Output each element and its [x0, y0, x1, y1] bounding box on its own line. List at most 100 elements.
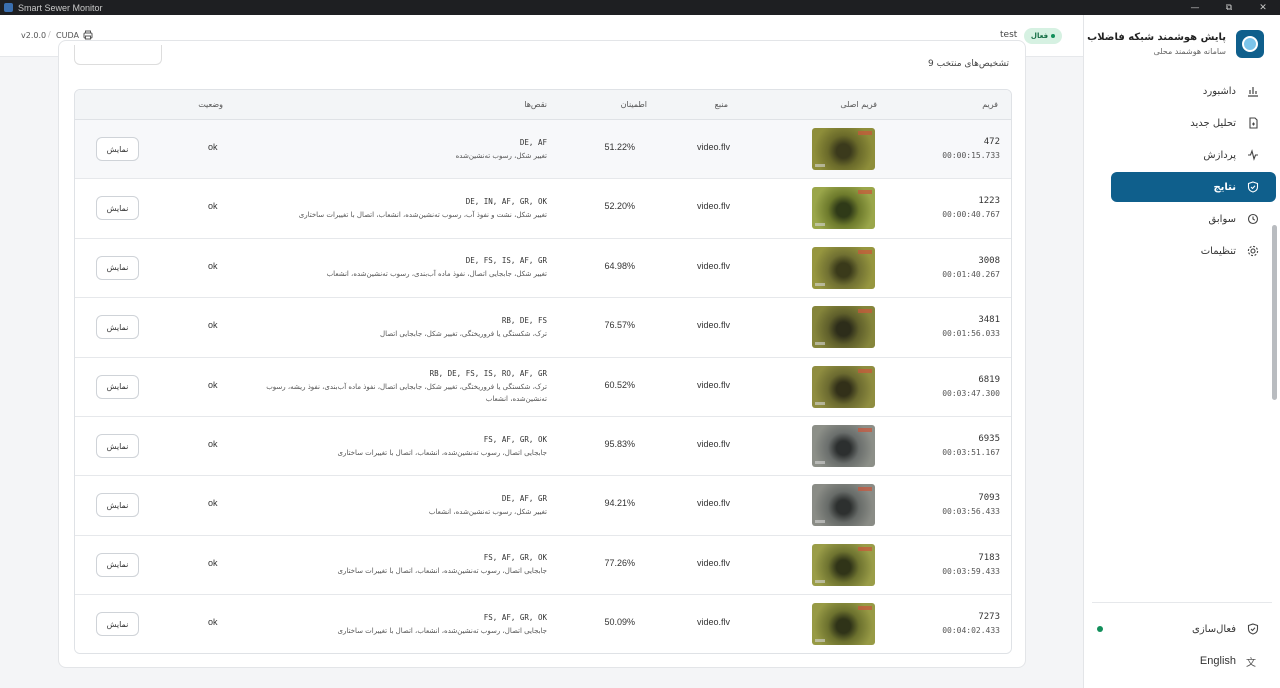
status-cell: ok	[208, 260, 218, 271]
status-cell: ok	[208, 320, 218, 331]
history-icon	[1246, 212, 1260, 226]
overlay-text-icon	[815, 282, 825, 286]
sidebar-item-history[interactable]: سوابق	[1095, 203, 1260, 235]
shield-icon	[1246, 180, 1260, 194]
defect-description: تغییر شکل، نشت و نفوذ آب، رسوب ته‌نشین‌ش…	[298, 210, 547, 219]
defect-codes: FS, AF, GR, OK	[483, 553, 547, 563]
table-row: 472 00:00:15.733 video.flv 51.22% DE, AF تغیی…	[75, 120, 1011, 180]
status-cell: ok	[208, 142, 218, 152]
defects-cell: DE, AF تغییر شکل، رسوب ته‌نشین‌شده	[247, 120, 547, 179]
source-cell: video.flv	[696, 260, 730, 271]
show-button[interactable]: نمایش	[96, 196, 139, 221]
frame-thumbnail[interactable]	[812, 306, 875, 349]
export-button[interactable]	[74, 45, 162, 65]
sidebar-item-processing[interactable]: پردازش	[1095, 139, 1260, 171]
version-label: v2.0.0	[21, 31, 47, 40]
show-button[interactable]: نمایش	[96, 315, 139, 340]
defects-cell: FS, AF, GR, OK جابجایی اتصال، رسوب ته‌نشی…	[247, 536, 547, 595]
frame-thumbnail[interactable]	[812, 365, 875, 408]
sidebar: پایش هوشمند شبکه فاضلاب سامانه هوشمند مح…	[1083, 15, 1280, 688]
source-cell: video.flv	[696, 498, 730, 509]
frame-timestamp: 00:03:59.433	[942, 566, 1000, 576]
defects-cell: FS, AF, GR, OK جابجایی اتصال، رسوب ته‌نشی…	[247, 595, 547, 653]
scrollbar[interactable]	[1268, 15, 1280, 688]
frame-number: 7093	[978, 493, 1000, 504]
defects-cell: RB, DE, FS, IS, RO, AF, GR ترک، شکستگی یا…	[247, 358, 547, 417]
show-button[interactable]: نمایش	[96, 255, 139, 280]
show-button[interactable]: نمایش	[96, 374, 139, 399]
frame-cell: 1223 00:00:40.767	[942, 196, 1000, 219]
sidebar-item-label: پردازش	[1203, 149, 1236, 161]
frame-number: 6935	[978, 434, 1000, 444]
table-row: 6935 00:03:51.167 video.flv 95.83% FS, AF, G…	[75, 417, 1011, 477]
defect-codes: RB, DE, FS	[501, 315, 547, 325]
frame-number: 7183	[978, 552, 1000, 563]
overlay-text-icon	[815, 520, 825, 524]
table-row: 7183 00:03:59.433 video.flv 77.26% FS, AF, G…	[75, 535, 1011, 596]
confidence-cell: 76.57%	[604, 320, 635, 331]
overlay-text-icon	[858, 190, 872, 195]
sidebar-item-dashboard[interactable]: داشبورد	[1095, 75, 1260, 107]
sidebar-item-label: نتایج	[1213, 181, 1236, 193]
frame-thumbnail[interactable]	[812, 128, 875, 170]
defect-description: جابجایی اتصال، رسوب ته‌نشین‌شده، انشعاب،…	[337, 626, 547, 635]
show-button[interactable]: نمایش	[96, 552, 139, 577]
overlay-text-icon	[858, 606, 872, 611]
maximize-button[interactable]: ⧉	[1212, 3, 1246, 13]
sidebar-item-label: داشبورد	[1202, 85, 1236, 97]
col-source: منبع	[714, 100, 728, 109]
sidebar-item-settings[interactable]: تنظیمات	[1095, 235, 1260, 267]
defect-codes: DE, AF, GR	[501, 493, 547, 503]
table-row: 6819 00:03:47.300 video.flv 60.52% RB, DE, F…	[75, 357, 1011, 417]
defect-codes: FS, AF, GR, OK	[483, 612, 547, 622]
overlay-text-icon	[815, 164, 825, 167]
header-separator: /	[48, 30, 51, 39]
status-cell: ok	[208, 557, 218, 568]
activation-status-dot-icon	[1097, 626, 1103, 632]
col-defects: نقص‌ها	[524, 100, 547, 109]
language-toggle[interactable]: 文 English	[1095, 650, 1260, 672]
sidebar-item-label: سوابق	[1208, 213, 1236, 225]
status-cell: ok	[208, 439, 218, 449]
frame-thumbnail[interactable]	[812, 543, 875, 586]
frame-thumbnail[interactable]	[812, 187, 875, 230]
confidence-cell: 64.98%	[604, 260, 635, 271]
frame-thumbnail[interactable]	[812, 603, 875, 646]
frame-thumbnail[interactable]	[812, 425, 875, 467]
frame-cell: 6819 00:03:47.300	[942, 375, 1000, 398]
minimize-button[interactable]: —	[1178, 3, 1212, 13]
logo-icon	[1236, 30, 1264, 58]
status-cell: ok	[208, 617, 218, 628]
frame-timestamp: 00:00:40.767	[942, 210, 1000, 220]
frame-thumbnail[interactable]	[812, 246, 875, 289]
confidence-cell: 77.26%	[604, 557, 635, 568]
overlay-text-icon	[815, 639, 825, 643]
col-frame: فریم	[982, 100, 998, 109]
table-header: فریم فریم اصلی منبع اطمینان نقص‌ها وضعیت	[75, 90, 1011, 120]
sidebar-item-new-analysis[interactable]: تحلیل جدید	[1095, 107, 1260, 139]
defects-cell: DE, IN, AF, GR, OK تغییر شکل، نشت و نفوذ …	[247, 179, 547, 238]
sidebar-item-results[interactable]: نتایج	[1095, 171, 1276, 203]
brand-subtitle: سامانه هوشمند محلی	[1153, 47, 1226, 56]
col-confidence: اطمینان	[620, 100, 647, 109]
username-label: test	[1000, 30, 1018, 40]
frame-timestamp: 00:03:51.167	[942, 448, 1000, 457]
confidence-cell: 52.20%	[604, 201, 635, 212]
overlay-text-icon	[858, 368, 872, 373]
overlay-text-icon	[815, 342, 825, 346]
confidence-cell: 95.83%	[604, 439, 635, 449]
close-button[interactable]: ✕	[1246, 3, 1280, 13]
show-button[interactable]: نمایش	[96, 493, 139, 518]
scrollbar-thumb[interactable]	[1272, 225, 1277, 400]
frame-cell: 7093 00:03:56.433	[942, 493, 1000, 516]
defects-cell: FS, AF, GR, OK جابجایی اتصال، رسوب ته‌نشی…	[247, 417, 547, 476]
selected-count: 9 تشخیص‌های منتخب	[928, 59, 1009, 69]
frame-thumbnail[interactable]	[812, 484, 875, 527]
activation-button[interactable]: فعال‌سازی	[1095, 618, 1260, 640]
gear-icon	[1246, 244, 1260, 258]
sidebar-item-label: تنظیمات	[1200, 245, 1236, 257]
show-button[interactable]: نمایش	[96, 137, 139, 161]
show-button[interactable]: نمایش	[96, 612, 139, 637]
frame-timestamp: 00:03:56.433	[942, 507, 1000, 517]
show-button[interactable]: نمایش	[96, 434, 139, 458]
